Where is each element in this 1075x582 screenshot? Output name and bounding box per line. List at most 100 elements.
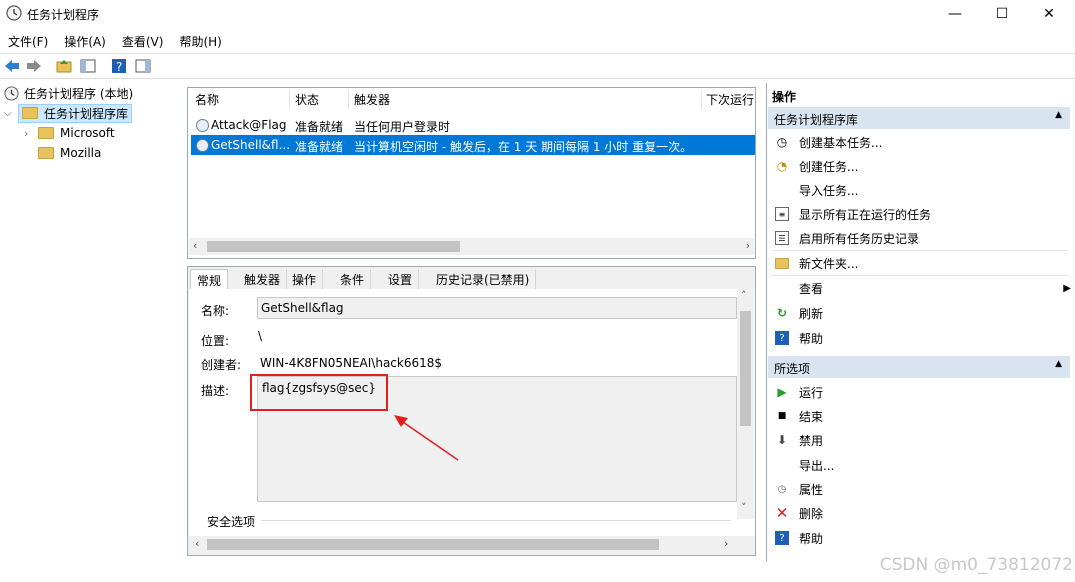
folder-icon	[38, 127, 54, 139]
vertical-scrollbar[interactable]: ˄ ˅	[737, 289, 754, 519]
window-title: 任务计划程序	[27, 8, 100, 22]
scroll-left-icon[interactable]: ‹	[193, 239, 197, 252]
security-options-label: 安全选项	[207, 515, 256, 529]
horizontal-scrollbar[interactable]: ‹ ›	[189, 238, 754, 255]
maximize-button[interactable]: ☐	[979, 0, 1025, 28]
author-value: WIN-4K8FN05NEAI\hack6618$	[260, 356, 443, 370]
window-list-icon: ≡	[775, 207, 789, 221]
action-end[interactable]: ■ 结束	[775, 406, 1065, 426]
title-bar: 任务计划程序 — ☐ ✕	[0, 0, 1075, 28]
action-delete[interactable]: ✕ 删除	[775, 503, 1065, 523]
action-label: 启用所有任务历史记录	[799, 231, 920, 246]
task-trigger: 当任何用户登录时	[354, 120, 451, 134]
tree-library-label: 任务计划程序库	[44, 106, 129, 121]
chevron-down-icon[interactable]: ⌵	[4, 108, 18, 119]
menu-view[interactable]: 查看(V)	[114, 30, 172, 52]
action-create-task[interactable]: ◔ 创建任务...	[775, 156, 1065, 176]
action-export[interactable]: 导出...	[775, 455, 1065, 475]
menu-help[interactable]: 帮助(H)	[171, 30, 229, 52]
action-run[interactable]: ▶ 运行	[775, 382, 1065, 402]
forward-arrow-icon[interactable]	[25, 57, 43, 75]
tab-general[interactable]: 常规	[190, 269, 229, 289]
menu-action[interactable]: 操作(A)	[56, 30, 114, 52]
scroll-right-icon[interactable]: ›	[746, 239, 750, 252]
clock-icon: ◷	[777, 483, 787, 495]
action-new-folder[interactable]: 新文件夹...	[775, 253, 1065, 273]
author-label: 创建者:	[201, 358, 242, 372]
collapse-up-icon[interactable]: ▲	[1055, 359, 1062, 369]
column-header-next-run[interactable]: 下次运行	[706, 91, 756, 108]
scroll-down-icon[interactable]: ˅	[741, 501, 747, 514]
name-field[interactable]: GetShell&flag	[257, 297, 737, 319]
menu-bar: 文件(F) 操作(A) 查看(V) 帮助(H)	[0, 30, 1075, 52]
console-tree: 任务计划程序 (本地) ⌵ 任务计划程序库 › Microsoft Mozill…	[0, 83, 181, 561]
scroll-up-icon[interactable]: ˄	[741, 289, 747, 302]
action-label: 创建任务...	[799, 159, 859, 174]
tree-item-library[interactable]: ⌵ 任务计划程序库	[4, 103, 174, 123]
horizontal-scrollbar[interactable]: ‹ ›	[189, 536, 754, 553]
scroll-right-icon[interactable]: ›	[724, 537, 728, 550]
table-row[interactable]: GetShell&fl... 准备就绪 当计算机空闲时 - 触发后，在 1 天 …	[191, 135, 755, 155]
scroll-left-icon[interactable]: ‹	[195, 537, 199, 550]
actions-header: 操作	[772, 90, 797, 104]
tree-item-mozilla[interactable]: Mozilla	[38, 143, 101, 163]
action-label: 禁用	[799, 433, 824, 448]
location-value: \	[258, 329, 263, 343]
tab-triggers[interactable]: 触发器	[238, 269, 288, 289]
action-help[interactable]: ? 帮助	[775, 328, 1065, 348]
tab-actions[interactable]: 操作	[286, 269, 324, 289]
action-label: 新文件夹...	[799, 256, 859, 271]
action-disable[interactable]: ⬇ 禁用	[775, 430, 1065, 450]
up-folder-icon[interactable]	[55, 57, 73, 75]
action-properties[interactable]: ◷ 属性	[775, 479, 1065, 499]
table-row[interactable]: Attack@Flag 准备就绪 当任何用户登录时	[191, 115, 755, 135]
action-display-running[interactable]: ≡ 显示所有正在运行的任务	[775, 204, 1065, 224]
minimize-button[interactable]: —	[932, 0, 978, 28]
actions-section-library[interactable]: 任务计划程序库 ▲	[768, 107, 1070, 129]
show-hide-action-pane-icon[interactable]	[134, 57, 152, 75]
tree-item-label: Microsoft	[60, 126, 115, 140]
clock-icon: ◷	[776, 135, 788, 149]
location-label: 位置:	[201, 334, 230, 348]
tab-settings[interactable]: 设置	[382, 269, 420, 289]
menu-file[interactable]: 文件(F)	[0, 30, 56, 52]
scrollbar-thumb[interactable]	[207, 539, 659, 550]
svg-text:?: ?	[116, 60, 122, 74]
divider	[261, 520, 731, 521]
scrollbar-thumb[interactable]	[207, 241, 460, 252]
blank-icon	[775, 183, 789, 197]
tree-item-microsoft[interactable]: › Microsoft	[24, 123, 115, 143]
tree-root-label: 任务计划程序 (本地)	[24, 86, 134, 101]
column-header-name[interactable]: 名称	[195, 91, 219, 108]
action-import-task[interactable]: 导入任务...	[775, 180, 1065, 200]
chevron-right-icon[interactable]: ›	[24, 127, 38, 140]
column-header-trigger[interactable]: 触发器	[354, 91, 390, 108]
action-view[interactable]: 查看 ▶	[775, 278, 1071, 298]
stop-icon: ■	[777, 411, 787, 421]
back-arrow-icon[interactable]	[3, 57, 21, 75]
description-label: 描述:	[201, 384, 230, 398]
tree-item-label: Mozilla	[60, 146, 102, 160]
action-label: 刷新	[799, 306, 824, 321]
action-enable-history[interactable]: ☰ 启用所有任务历史记录	[775, 228, 1065, 248]
action-label: 属性	[799, 482, 824, 497]
collapse-up-icon[interactable]: ▲	[1055, 110, 1062, 120]
tab-conditions[interactable]: 条件	[334, 269, 372, 289]
show-hide-console-tree-icon[interactable]	[79, 57, 97, 75]
section-title: 任务计划程序库	[774, 113, 859, 127]
play-icon: ▶	[777, 385, 787, 399]
task-name: Attack@Flag	[211, 118, 287, 132]
actions-section-selected[interactable]: 所选项 ▲	[768, 356, 1070, 378]
tree-item-root[interactable]: 任务计划程序 (本地)	[4, 83, 133, 103]
action-create-basic-task[interactable]: ◷ 创建基本任务...	[775, 132, 1065, 152]
folder-icon	[775, 256, 789, 270]
column-header-status[interactable]: 状态	[295, 91, 319, 108]
action-refresh[interactable]: ↻ 刷新	[775, 303, 1065, 323]
divider	[772, 250, 1068, 251]
close-button[interactable]: ✕	[1026, 0, 1072, 28]
tab-history[interactable]: 历史记录(已禁用)	[430, 269, 537, 289]
help-icon[interactable]: ?	[110, 57, 128, 75]
action-label: 创建基本任务...	[799, 135, 883, 150]
action-help-selected[interactable]: ? 帮助	[775, 528, 1065, 548]
scrollbar-thumb[interactable]	[740, 311, 751, 426]
